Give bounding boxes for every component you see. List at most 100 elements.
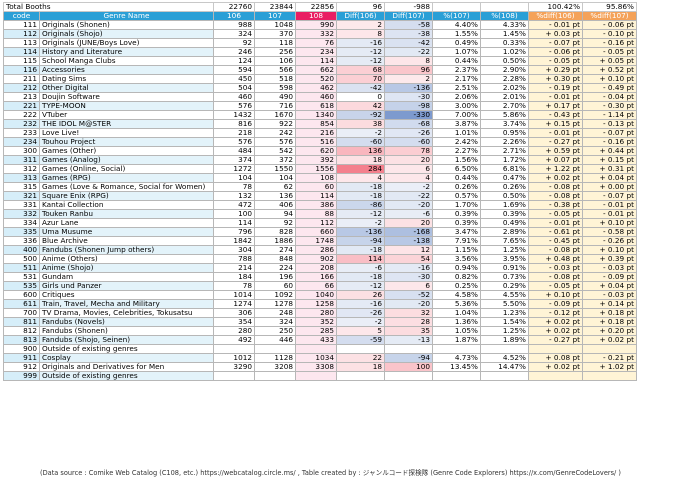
cell-pd106: + 0.02 pt (528, 326, 583, 336)
cell-d107: -13 (384, 335, 433, 345)
cell-pd106: + 0.02 pt (528, 362, 583, 372)
col-header-genre-name: Genre Name (39, 11, 214, 21)
cell-pd107: + 1.02 pt (582, 362, 637, 372)
cell-c106: 78 (213, 182, 255, 192)
cell-c107: 446 (254, 335, 296, 345)
cell-c107: 274 (254, 245, 296, 255)
cell-d107: -22 (384, 191, 433, 201)
cell-d107: -30 (384, 272, 433, 282)
cell-c107: 106 (254, 56, 296, 66)
cell-c108: 1258 (295, 299, 337, 309)
cell-pd107: - 0.07 pt (582, 191, 637, 201)
cell-d106: -12 (336, 209, 385, 219)
cell-name: Accessories (39, 65, 214, 75)
cell-d106: -92 (336, 110, 385, 120)
cell-c107: 490 (254, 92, 296, 102)
cell-c107: 406 (254, 200, 296, 210)
cell-d107: 12 (384, 245, 433, 255)
cell-code: 700 (3, 308, 40, 318)
cell-p108: 5.86% (480, 110, 529, 120)
cell-c108: 286 (295, 245, 337, 255)
cell-d107: -136 (384, 83, 433, 93)
cell-name: Fandubs (Shonen Jump others) (39, 245, 214, 255)
table-row: 611 Train, Travel, Mecha and Military 1274… (3, 299, 637, 309)
cell-name: TYPE-MOON (39, 101, 214, 111)
table-row: 315 Games (Love & Romance, Social for Wom… (3, 182, 637, 192)
cell-code: 811 (3, 317, 40, 327)
header-row: code Genre Name 106 107 108 Diff(106) Di… (3, 11, 637, 21)
cell-d107: 54 (384, 254, 433, 264)
table-row: 222 VTuber 1432 1670 1340 -92 -330 7.00% 5.86% - … (3, 110, 637, 120)
cell-p108: 5.50% (480, 299, 529, 309)
cell-name: Fandubs (Shonen) (39, 326, 214, 336)
cell-c107: 1670 (254, 110, 296, 120)
cell-d106: 70 (336, 74, 385, 84)
cell-code: 232 (3, 119, 40, 129)
cell-d106: -18 (336, 245, 385, 255)
cell-pd106: - 0.08 pt (528, 245, 583, 255)
cell-code: 213 (3, 92, 40, 102)
cell-c106: 1272 (213, 164, 255, 174)
cell-c107 (254, 371, 296, 381)
cell-code: 511 (3, 263, 40, 273)
cell-d106: 5 (336, 326, 385, 336)
cell-c108: 216 (295, 128, 337, 138)
cell-c107: 518 (254, 74, 296, 84)
cell-c107: 60 (254, 281, 296, 291)
cell-d107: 78 (384, 146, 433, 156)
cell-p107 (432, 371, 481, 381)
genre-stats-table: Total Booths 22760 23844 22856 96 -988 1… (3, 2, 637, 381)
cell-d107: -6 (384, 209, 433, 219)
cell-code: 221 (3, 101, 40, 111)
cell-d107: -94 (384, 353, 433, 363)
cell-c107: 118 (254, 38, 296, 48)
cell-name: Touhou Project (39, 137, 214, 147)
cell-c106: 504 (213, 83, 255, 93)
cell-pd106: + 0.07 pt (528, 155, 583, 165)
cell-pd107: + 0.20 pt (582, 326, 637, 336)
cell-pd106: - 0.61 pt (528, 227, 583, 237)
cell-name: Blue Archive (39, 236, 214, 246)
cell-code: 813 (3, 335, 40, 345)
cell-c106: 124 (213, 56, 255, 66)
col-header-pct107: %(107) (432, 11, 481, 21)
cell-pd106: - 0.01 pt (528, 20, 583, 30)
cell-d106: -12 (336, 56, 385, 66)
table-row: 211 Dating Sims 450 518 520 70 2 2.17% 2.28% + 0.… (3, 74, 637, 84)
cell-p108: 2.90% (480, 65, 529, 75)
cell-name: School Manga Clubs (39, 56, 214, 66)
cell-d106: -2 (336, 317, 385, 327)
cell-pd107: + 0.04 pt (582, 281, 637, 291)
cell-p107: 3.87% (432, 119, 481, 129)
cell-p107: 1.56% (432, 155, 481, 165)
cell-pd106: - 0.05 pt (528, 209, 583, 219)
cell-c106: 324 (213, 29, 255, 39)
cell-c107: 242 (254, 128, 296, 138)
cell-c106: 92 (213, 38, 255, 48)
table-row: 600 Critiques 1014 1092 1040 26 -52 4.58% 4.55% +… (3, 290, 637, 300)
table-row: 500 Anime (Others) 788 848 902 114 54 3.56% 3.95… (3, 254, 637, 264)
cell-c108: 3308 (295, 362, 337, 372)
cell-pd107: - 0.03 pt (582, 263, 637, 273)
cell-name: Kantai Collection (39, 200, 214, 210)
cell-p108: 1.69% (480, 200, 529, 210)
cell-name: Outside of existing genres (39, 371, 214, 381)
col-header-108: 108 (295, 11, 337, 21)
cell-c107: 92 (254, 218, 296, 228)
cell-c106: 576 (213, 101, 255, 111)
cell-c106: 1842 (213, 236, 255, 246)
cell-c107: 256 (254, 47, 296, 57)
cell-d106: 68 (336, 65, 385, 75)
cell-pd106: + 0.10 pt (528, 290, 583, 300)
cell-c106: 460 (213, 92, 255, 102)
table-row: 911 Cosplay 1012 1128 1034 22 -94 4.73% 4.52% + 0… (3, 353, 637, 363)
cell-p107: 1.01% (432, 128, 481, 138)
cell-name: Games (RPG) (39, 173, 214, 183)
cell-c108 (295, 371, 337, 381)
cell-pd107: + 0.00 pt (582, 182, 637, 192)
cell-pd107: + 0.31 pt (582, 164, 637, 174)
cell-c107: 566 (254, 65, 296, 75)
cell-pd107: + 0.02 pt (582, 335, 637, 345)
cell-c106: 280 (213, 326, 255, 336)
cell-pd106: + 0.02 pt (528, 317, 583, 327)
